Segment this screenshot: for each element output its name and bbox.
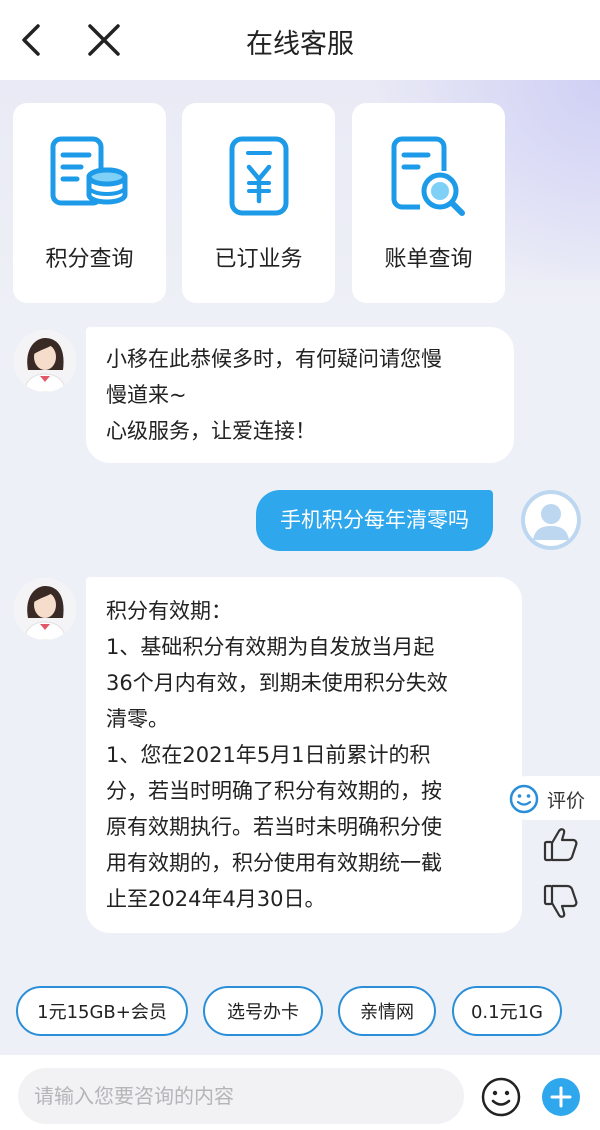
- user-avatar: [521, 490, 581, 550]
- thumbs-down-icon: [543, 884, 578, 918]
- message-line: 1、您在2021年5月1日前累计的积: [106, 743, 431, 767]
- thumbs-down-button[interactable]: [538, 878, 584, 924]
- message-input[interactable]: [18, 1068, 464, 1124]
- plus-icon: [542, 1078, 580, 1116]
- agent-avatar: [14, 578, 76, 640]
- bill-query-label: 账单查询: [384, 247, 473, 272]
- rate-button[interactable]: 评价: [505, 776, 600, 820]
- bill-search-icon: [391, 136, 465, 216]
- welcome-message-bubble: 小移在此恭候多时，有何疑问请您慢 慢道来~ 心级服务，让爱连接！: [86, 327, 514, 463]
- points-query-label: 积分查询: [45, 247, 134, 272]
- thumbs-up-icon: [543, 828, 578, 862]
- message-line: 1、基础积分有效期为自发放当月起: [106, 635, 435, 659]
- message-line: 原有效期执行。若当时未明确积分使: [106, 815, 442, 839]
- message-line: 分，若当时明确了积分有效期的，按: [106, 779, 442, 803]
- message-line: 用有效期的，积分使用有效期统一截: [106, 851, 442, 875]
- subscribed-services-card[interactable]: 已订业务: [182, 103, 335, 303]
- message-line: 清零。: [106, 707, 169, 731]
- message-line: 积分有效期：: [106, 599, 232, 623]
- smiley-icon: [509, 784, 539, 814]
- thumbs-up-button[interactable]: [538, 822, 584, 868]
- bill-query-card[interactable]: 账单查询: [352, 103, 505, 303]
- quick-reply-chip[interactable]: 亲情网: [338, 986, 436, 1036]
- quick-reply-chip[interactable]: 1元15GB+会员: [16, 986, 188, 1036]
- rate-label: 评价: [547, 790, 586, 812]
- quick-reply-chip[interactable]: 0.1元1G: [452, 986, 562, 1036]
- quick-reply-chip[interactable]: 选号办卡: [203, 986, 323, 1036]
- yuan-bill-icon: [229, 136, 289, 216]
- emoji-icon: [481, 1077, 521, 1117]
- message-line: 小移在此恭候多时，有何疑问请您慢: [106, 347, 442, 371]
- message-line: 慢道来~: [106, 383, 187, 407]
- reply-message-bubble: 积分有效期： 1、基础积分有效期为自发放当月起 36个月内有效，到期未使用积分失…: [86, 577, 522, 933]
- points-query-card[interactable]: 积分查询: [13, 103, 166, 303]
- header-bar: 在线客服: [0, 0, 600, 80]
- subscribed-services-label: 已订业务: [214, 247, 303, 272]
- message-line: 心级服务，让爱连接！: [106, 419, 316, 443]
- message-line: 止至2024年4月30日。: [106, 887, 326, 911]
- points-card-icon: [50, 136, 128, 206]
- agent-avatar: [14, 330, 76, 392]
- emoji-button[interactable]: [480, 1076, 522, 1118]
- user-message-text: 手机积分每年清零吗: [280, 508, 469, 532]
- message-line: 36个月内有效，到期未使用积分失效: [106, 671, 448, 695]
- user-message-bubble: 手机积分每年清零吗: [256, 490, 493, 551]
- add-button[interactable]: [540, 1076, 582, 1118]
- page-title: 在线客服: [246, 29, 354, 60]
